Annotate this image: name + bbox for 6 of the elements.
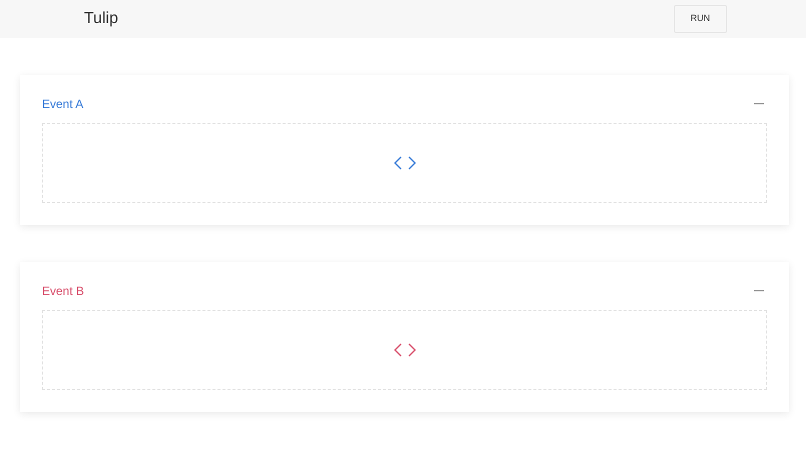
event-title: Event B [42,283,84,300]
run-button[interactable]: RUN [674,5,727,33]
code-icon [394,343,416,357]
app-title: Tulip [84,9,118,29]
code-icon [394,156,416,170]
event-title: Event A [42,96,84,113]
